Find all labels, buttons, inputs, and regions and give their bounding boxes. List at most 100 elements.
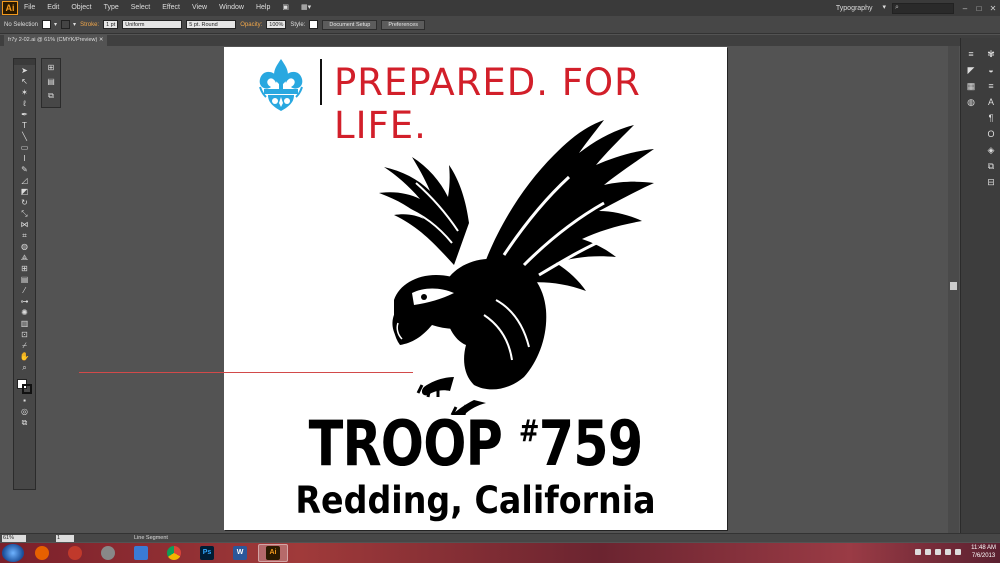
artboard[interactable]: PREPARED. FOR LIFE. TROOP #759 Redding, … [224,47,727,530]
mesh-icon[interactable]: ⊞ [20,264,30,274]
line-tool-icon[interactable]: ╲ [20,132,30,142]
start-button-icon[interactable] [2,544,24,562]
width-tool-icon[interactable]: ⋈ [20,220,30,230]
paragraph-icon[interactable]: ¶ [985,112,997,124]
maximize-icon[interactable]: □ [972,4,986,13]
perspective-grid-icon[interactable]: ⟁ [20,253,30,263]
links-icon[interactable]: ⊟ [985,176,997,188]
symbol-sprayer-icon[interactable]: ✺ [20,308,30,318]
arrange-documents-icon[interactable]: ▦▾ [295,0,317,16]
document-tab[interactable]: fr7y 2-02.ai @ 61% (CMYK/Preview) ✕ [4,35,108,46]
menu-effect[interactable]: Effect [156,0,186,16]
stroke-label[interactable]: Stroke: [80,22,99,28]
blob-brush-icon[interactable]: ◿ [20,176,30,186]
lasso-icon[interactable]: ℓ [20,99,30,109]
close-icon[interactable]: ✕ [986,4,1000,13]
chevron-down-icon[interactable]: ▾ [73,21,76,28]
zoom-tool-icon[interactable]: ⌕ [20,363,30,373]
close-icon[interactable]: ✕ [99,37,104,43]
variable-width-profile[interactable]: Uniform [122,20,183,29]
hand-tool-icon[interactable]: ✋ [20,352,30,362]
scrollbar-thumb[interactable] [950,282,957,290]
menu-type[interactable]: Type [98,0,125,16]
tray-icon[interactable] [935,549,942,555]
panel-grip[interactable] [14,59,35,65]
zoom-field[interactable]: 61% [2,534,26,542]
artboards-icon[interactable]: ⊞ [46,63,56,73]
stroke-weight-field[interactable]: 1 pt [103,20,119,29]
paintbrush-icon[interactable]: ⅼ [20,154,30,164]
pathfinder-icon[interactable]: ⧉ [46,91,56,101]
layers-icon[interactable]: ◈ [985,144,997,156]
taskbar-firefox[interactable] [27,544,57,562]
slice-tool-icon[interactable]: ⌿ [20,341,30,351]
volume-icon[interactable] [955,549,962,555]
opacity-label[interactable]: Opacity: [240,22,262,28]
color-mode-icon[interactable]: ▪ [20,396,30,406]
tray-icon[interactable] [915,549,922,555]
character-icon[interactable]: A [985,96,997,108]
taskbar-app-3[interactable] [93,544,123,562]
fill-swatch[interactable] [42,20,52,29]
direct-selection-tool-icon[interactable]: ↖ [20,77,30,87]
clock[interactable]: 11:48 AM 7/6/2013 [971,544,996,560]
vertical-scrollbar[interactable] [948,46,959,533]
artboard-navigation[interactable]: 1 [56,534,74,542]
menu-select[interactable]: Select [125,0,156,16]
fill-stroke-control[interactable] [16,379,33,395]
taskbar-word[interactable]: W [225,544,255,562]
eyedropper-icon[interactable]: ⁄ [20,286,30,296]
chevron-down-icon[interactable]: ▾ [876,0,892,16]
magic-wand-icon[interactable]: ✶ [20,88,30,98]
menu-view[interactable]: View [186,0,213,16]
pencil-icon[interactable]: ✎ [20,165,30,175]
stroke-panel-icon[interactable]: ≡ [985,80,997,92]
stroke-box[interactable] [21,384,32,394]
minimize-icon[interactable]: – [958,4,972,13]
scale-icon[interactable]: ⤡ [20,209,30,219]
opacity-field[interactable]: 100% [266,20,287,29]
pen-tool-icon[interactable]: ✒ [20,110,30,120]
blend-icon[interactable]: ⊶ [20,297,30,307]
color-panel-icon[interactable]: ≡ [965,48,977,60]
menu-object[interactable]: Object [65,0,97,16]
artboard-tool-icon[interactable]: ⊡ [20,330,30,340]
search-input[interactable]: ⌕ [892,2,954,14]
swatches-icon[interactable]: ▦ [965,80,977,92]
document-setup-button[interactable]: Document Setup [322,19,378,30]
brushes-icon[interactable]: ✾ [985,48,997,60]
rectangle-tool-icon[interactable]: ▭ [20,143,30,153]
drawing-mode-icon[interactable]: ◎ [20,407,30,417]
taskbar-app-2[interactable] [60,544,90,562]
stroke-swatch[interactable] [61,20,71,29]
preferences-button[interactable]: Preferences [381,19,425,30]
gradient-icon[interactable]: ▤ [20,275,30,285]
artboards-panel-icon[interactable]: ⧉ [985,160,997,172]
appearance-icon[interactable]: ◍ [965,96,977,108]
type-tool-icon[interactable]: T [20,121,30,131]
workspace-switcher[interactable]: Typography [832,5,877,12]
bridge-icon[interactable]: ▣ [276,0,295,16]
selection-tool-icon[interactable]: ➤ [20,66,30,76]
taskbar-chrome[interactable] [159,544,189,562]
shape-builder-icon[interactable]: ◍ [20,242,30,252]
rotate-icon[interactable]: ↻ [20,198,30,208]
menu-file[interactable]: File [18,0,41,16]
menu-edit[interactable]: Edit [41,0,65,16]
align-icon[interactable]: ▤ [46,77,56,87]
tray-icon[interactable] [925,549,932,555]
screen-mode-icon[interactable]: ⧉ [20,418,30,428]
symbols-icon[interactable]: ◒ [985,64,997,76]
eraser-icon[interactable]: ◩ [20,187,30,197]
line-segment-path[interactable] [79,372,413,373]
free-transform-icon[interactable]: ⌗ [20,231,30,241]
graph-tool-icon[interactable]: ▥ [20,319,30,329]
network-icon[interactable] [945,549,952,555]
taskbar-app-4[interactable] [126,544,156,562]
opentype-icon[interactable]: O [985,128,997,140]
chevron-down-icon[interactable]: ▾ [54,21,57,28]
taskbar-illustrator[interactable]: Ai [258,544,288,562]
taskbar-photoshop[interactable]: Ps [192,544,222,562]
menu-help[interactable]: Help [250,0,276,16]
graphic-style-swatch[interactable] [309,20,319,29]
